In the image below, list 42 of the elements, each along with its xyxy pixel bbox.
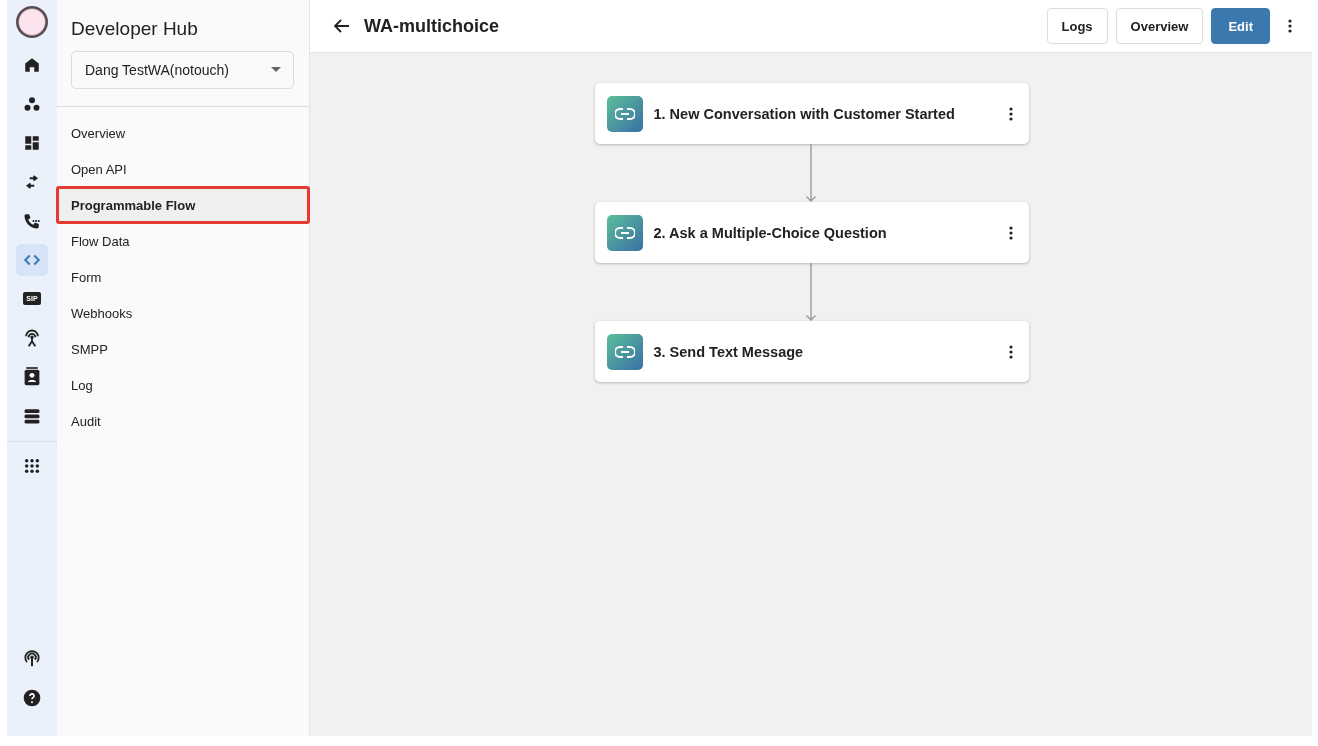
link-icon: [606, 333, 643, 370]
more-options-icon[interactable]: [1288, 19, 1292, 33]
dropdown-caret-icon: [271, 67, 281, 73]
nav-item[interactable]: Open API: [57, 151, 309, 187]
nav-item[interactable]: Log: [57, 367, 309, 403]
antenna-icon: [22, 327, 42, 348]
apps-grid-icon: [24, 457, 40, 474]
more-options-icon[interactable]: [1008, 344, 1013, 359]
flow-title: WA-multichoice: [364, 15, 500, 37]
nav-item[interactable]: Programmable Flow: [57, 187, 309, 223]
flow-step-card[interactable]: 3. Send Text Message: [594, 321, 1029, 382]
more-options-icon[interactable]: [1008, 225, 1013, 240]
header-button[interactable]: Logs: [1046, 8, 1108, 44]
nav-item[interactable]: SMPP: [57, 331, 309, 367]
more-options-icon[interactable]: [1008, 106, 1013, 121]
connector-arrow: [805, 144, 817, 202]
storage-icon: [23, 406, 41, 425]
broadcast-icon: [22, 648, 42, 668]
avatar[interactable]: [16, 6, 48, 38]
flow-step-title: 2. Ask a Multiple-Choice Question: [653, 224, 888, 241]
contact-card-icon: [23, 366, 41, 387]
nav-item[interactable]: Webhooks: [57, 295, 309, 331]
header-button[interactable]: Overview: [1115, 8, 1204, 44]
flow-step-card[interactable]: 1. New Conversation with Customer Started: [594, 83, 1029, 144]
account-select[interactable]: Dang TestWA(notouch): [71, 51, 294, 89]
nav-item[interactable]: Form: [57, 259, 309, 295]
link-icon: [606, 95, 643, 132]
nav-item[interactable]: Flow Data: [57, 223, 309, 259]
flow-step-title: 3. Send Text Message: [653, 343, 805, 360]
connector-arrow: [805, 263, 817, 321]
dashboard-icon: [23, 133, 41, 152]
header-button[interactable]: Edit: [1211, 8, 1270, 44]
flow-step-card[interactable]: 2. Ask a Multiple-Choice Question: [594, 202, 1029, 263]
flow-step-title: 1. New Conversation with Customer Started: [653, 105, 956, 122]
help-icon: [22, 688, 42, 708]
nav-item[interactable]: Audit: [57, 403, 309, 439]
back-arrow-icon[interactable]: [334, 19, 350, 33]
phone-icon: [23, 211, 41, 230]
link-icon: [606, 214, 643, 251]
sidebar-title: Developer Hub: [71, 18, 199, 40]
three-dots-icon: [23, 94, 41, 113]
nav-item[interactable]: Overview: [57, 115, 309, 151]
